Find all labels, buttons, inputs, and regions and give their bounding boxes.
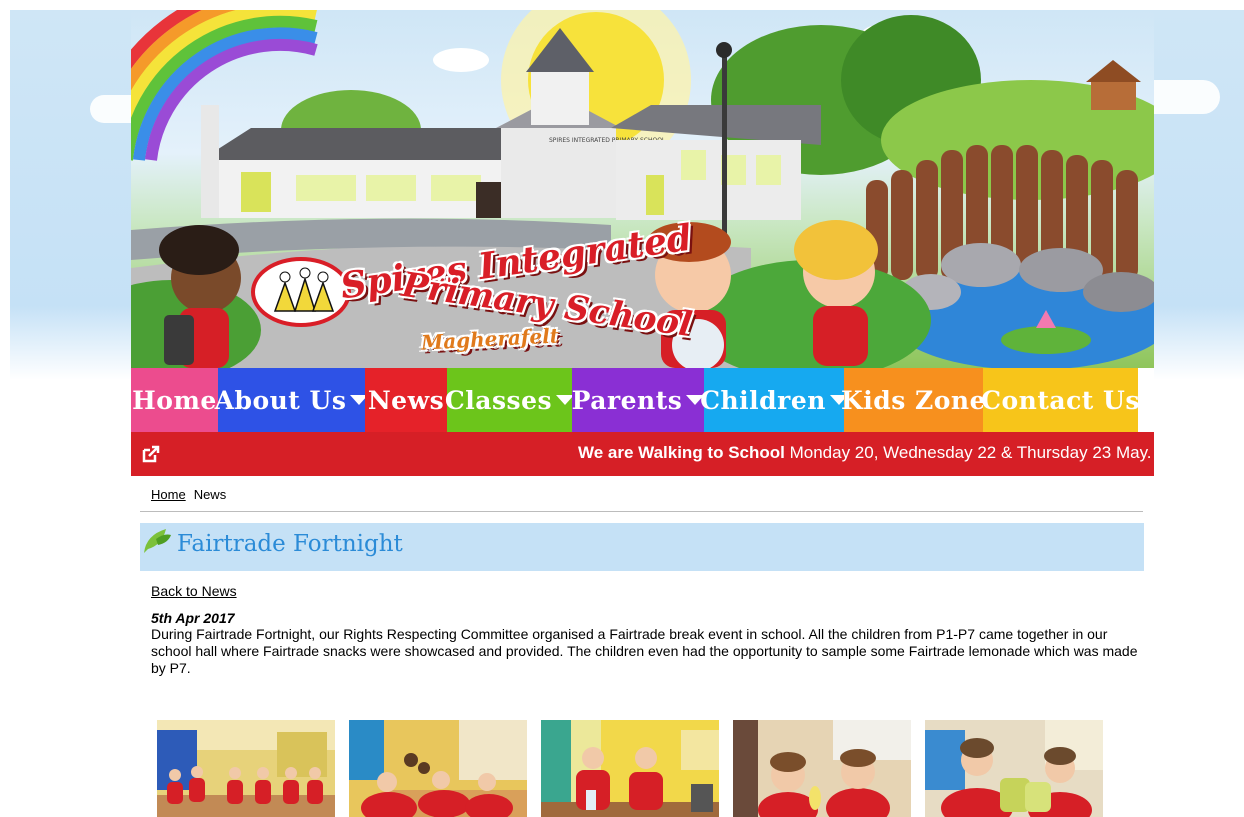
gallery-photo[interactable] xyxy=(733,720,911,817)
ticker-message[interactable]: We are Walking to School Monday 20, Wedn… xyxy=(578,443,1154,463)
article-date: 5th Apr 2017 xyxy=(151,610,235,626)
nav-children[interactable]: Children xyxy=(700,368,848,432)
external-link-icon[interactable] xyxy=(141,444,161,464)
nav-contact-us[interactable]: Contact Us xyxy=(981,368,1140,432)
breadcrumb-home-link[interactable]: Home xyxy=(151,487,186,502)
article-body: During Fairtrade Fortnight, our Rights R… xyxy=(151,626,1138,676)
gallery-photo[interactable] xyxy=(349,720,527,817)
back-to-news-link[interactable]: Back to News xyxy=(151,583,237,599)
page-title: Fairtrade Fortnight xyxy=(177,531,403,557)
nav-label: Kids Zone xyxy=(841,385,986,415)
header-illustration: SPIRES INTEGRATED PRIMARY SCHOOL Spires … xyxy=(131,10,1154,368)
nav-spacer xyxy=(1138,368,1154,432)
logo-town: Magherafelt xyxy=(420,323,560,355)
nav-label: Contact Us xyxy=(981,385,1140,415)
nav-label: News xyxy=(367,385,445,415)
nav-parents[interactable]: Parents xyxy=(571,368,705,432)
nav-label: Children xyxy=(700,385,826,415)
photo-gallery xyxy=(157,720,1103,817)
main-content: Home News Fairtrade Fortnight Back to New… xyxy=(140,485,1144,817)
nav-kids-zone[interactable]: Kids Zone xyxy=(841,368,986,432)
article-title-bar: Fairtrade Fortnight xyxy=(140,523,1144,571)
nav-news[interactable]: News xyxy=(365,368,447,432)
gallery-photo[interactable] xyxy=(925,720,1103,817)
school-emblem-icon xyxy=(251,257,351,327)
news-ticker[interactable]: We are Walking to School Monday 20, Wedn… xyxy=(131,432,1154,476)
nav-label: Classes xyxy=(444,385,553,415)
gallery-photo[interactable] xyxy=(541,720,719,817)
breadcrumb-current: News xyxy=(193,487,227,502)
ticker-bold-text: We are Walking to School xyxy=(578,443,785,462)
nav-label: Home xyxy=(132,385,217,415)
nav-about-us[interactable]: About Us xyxy=(214,368,369,432)
nav-classes[interactable]: Classes xyxy=(444,368,575,432)
ticker-text: Monday 20, Wednesday 22 & Thursday 23 Ma… xyxy=(784,443,1154,462)
nav-label: About Us xyxy=(214,385,347,415)
site-header: SPIRES INTEGRATED PRIMARY SCHOOL Spires … xyxy=(131,10,1154,476)
nav-home[interactable]: Home xyxy=(131,368,218,432)
breadcrumb: Home News xyxy=(140,485,1143,512)
nav-label: Parents xyxy=(571,385,683,415)
leaf-icon xyxy=(144,529,171,553)
gallery-photo[interactable] xyxy=(157,720,335,817)
school-logo: Spires Integrated Primary School Maghera… xyxy=(251,217,695,355)
main-nav: Home About Us News Classes Parents Child… xyxy=(131,368,1154,432)
